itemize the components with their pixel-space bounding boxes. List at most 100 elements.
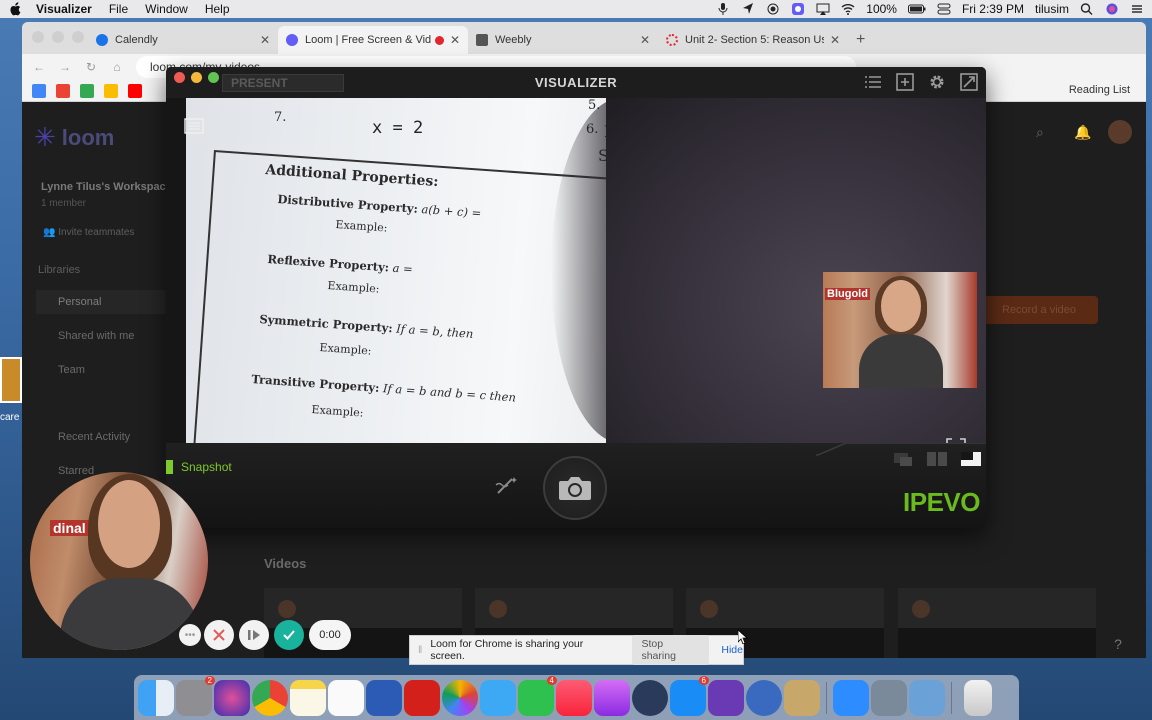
close-window-button[interactable] bbox=[32, 31, 44, 43]
messages-icon[interactable] bbox=[480, 679, 516, 716]
tab-loom[interactable]: Loom | Free Screen & Vide ✕ bbox=[278, 26, 468, 54]
menu-help[interactable]: Help bbox=[205, 2, 230, 16]
chrome-icon[interactable] bbox=[252, 679, 288, 716]
drive-bookmark-icon[interactable] bbox=[104, 83, 118, 98]
zoom-window-button[interactable] bbox=[72, 31, 84, 43]
menu-window[interactable]: Window bbox=[145, 2, 188, 16]
search-icon[interactable]: ⌕ bbox=[1036, 124, 1044, 141]
notes-icon[interactable] bbox=[290, 679, 326, 716]
imovie-icon[interactable] bbox=[708, 679, 744, 716]
close-tab-icon[interactable]: ✕ bbox=[450, 33, 460, 47]
pip-layout-icon[interactable] bbox=[892, 451, 914, 467]
cancel-recording-button[interactable] bbox=[204, 620, 234, 650]
fullscreen-icon[interactable] bbox=[960, 73, 978, 91]
wifi-icon[interactable] bbox=[841, 3, 855, 15]
desktop-file-thumbnail[interactable] bbox=[0, 357, 22, 403]
magic-wand-icon[interactable] bbox=[494, 475, 520, 497]
quicktime-icon[interactable] bbox=[632, 679, 668, 716]
back-icon[interactable]: ← bbox=[32, 60, 46, 74]
facetime-icon[interactable]: 4 bbox=[518, 675, 557, 716]
loom-logo[interactable]: ✳ loom bbox=[34, 122, 114, 153]
zoom-icon[interactable] bbox=[833, 679, 869, 716]
close-tab-icon[interactable]: ✕ bbox=[640, 33, 650, 47]
gear-icon[interactable] bbox=[928, 73, 946, 91]
bell-icon[interactable]: 🔔 bbox=[1074, 124, 1091, 141]
overlay-layout-icon[interactable] bbox=[960, 451, 982, 467]
menu-app-name[interactable]: Visualizer bbox=[36, 2, 92, 16]
spotlight-search-icon[interactable] bbox=[1080, 3, 1094, 15]
menu-clock[interactable]: Fri 2:39 PM bbox=[962, 2, 1024, 16]
sidebar-item-shared[interactable]: Shared with me bbox=[36, 324, 166, 348]
gmail-bookmark-icon[interactable] bbox=[56, 83, 70, 98]
airplay-icon[interactable] bbox=[816, 3, 830, 15]
location-arrow-icon[interactable] bbox=[741, 3, 755, 15]
minimize-window-button[interactable] bbox=[52, 31, 64, 43]
webcam-pip[interactable]: Blugold bbox=[823, 272, 977, 388]
siri-icon[interactable] bbox=[1105, 3, 1119, 15]
apple-menu-icon[interactable] bbox=[8, 2, 22, 16]
battery-icon[interactable] bbox=[907, 3, 926, 15]
tab-weebly[interactable]: Weebly ✕ bbox=[468, 26, 658, 54]
reading-list-button[interactable]: Reading List bbox=[1069, 84, 1130, 96]
word-icon[interactable] bbox=[366, 679, 402, 716]
avatar bbox=[700, 600, 718, 618]
sidebar-item-recent-activity[interactable]: Recent Activity bbox=[36, 425, 166, 449]
battery-percent[interactable]: 100% bbox=[866, 2, 897, 16]
system-preferences-icon[interactable]: 2 bbox=[176, 675, 215, 716]
sidebar-item-label: Shared with me bbox=[58, 330, 135, 342]
reminders-icon[interactable] bbox=[328, 679, 364, 716]
menu-file[interactable]: File bbox=[109, 2, 128, 16]
help-button[interactable]: ? bbox=[1108, 636, 1128, 656]
tab-unit2[interactable]: Unit 2- Section 5: Reason Usin ✕ bbox=[658, 26, 848, 54]
reload-icon[interactable]: ↻ bbox=[84, 60, 98, 74]
split-layout-icon[interactable] bbox=[926, 451, 948, 467]
user-avatar[interactable] bbox=[1108, 120, 1132, 144]
invite-teammates-link[interactable]: 👥 Invite teammates bbox=[43, 227, 134, 238]
youtube-bookmark-icon[interactable] bbox=[128, 83, 142, 98]
preview-icon[interactable] bbox=[909, 679, 945, 716]
migration-assistant-icon[interactable] bbox=[871, 679, 907, 716]
trash-icon[interactable] bbox=[964, 679, 992, 716]
sidebar-item-team[interactable]: Team bbox=[36, 358, 166, 382]
archive-utility-icon[interactable] bbox=[784, 679, 820, 716]
loom-status-icon[interactable] bbox=[791, 3, 805, 15]
music-icon[interactable] bbox=[556, 679, 592, 716]
recording-timer: 0:00 bbox=[309, 620, 351, 650]
podcasts-icon[interactable] bbox=[594, 679, 630, 716]
control-center-icon[interactable] bbox=[937, 3, 951, 15]
photos-icon[interactable] bbox=[442, 679, 478, 716]
finder-icon[interactable] bbox=[138, 679, 174, 716]
loom-camera-bubble[interactable]: dinal bbox=[30, 472, 208, 650]
tab-calendly[interactable]: Calendly ✕ bbox=[88, 26, 278, 54]
new-tab-button[interactable]: + bbox=[848, 26, 873, 54]
menu-icon[interactable] bbox=[184, 118, 204, 134]
list-icon[interactable] bbox=[864, 73, 882, 91]
classroom-bookmark-icon[interactable] bbox=[80, 83, 94, 98]
home-icon[interactable]: ⌂ bbox=[110, 60, 124, 74]
drag-handle-icon[interactable]: ‖ bbox=[418, 644, 422, 656]
google-bookmark-icon[interactable] bbox=[32, 83, 46, 98]
hide-share-bar-button[interactable]: Hide bbox=[721, 644, 743, 656]
stop-sharing-button[interactable]: Stop sharing bbox=[632, 635, 710, 665]
microphone-icon[interactable] bbox=[716, 3, 730, 15]
acrobat-icon[interactable] bbox=[404, 679, 440, 716]
sidebar-item-personal[interactable]: Personal bbox=[36, 290, 166, 314]
dock-badge: 6 bbox=[698, 675, 709, 685]
pause-recording-button[interactable] bbox=[239, 620, 269, 650]
capture-snapshot-button[interactable] bbox=[543, 456, 607, 520]
forward-icon[interactable]: → bbox=[58, 60, 72, 74]
more-options-button[interactable]: ••• bbox=[179, 624, 201, 646]
app-store-icon[interactable]: 6 bbox=[670, 675, 709, 716]
siri-app-icon[interactable] bbox=[214, 679, 250, 716]
screen-record-icon[interactable] bbox=[766, 3, 780, 15]
notification-center-icon[interactable] bbox=[1130, 3, 1144, 15]
workspace-name[interactable]: Lynne Tilus's Workspace bbox=[41, 181, 172, 193]
finish-recording-button[interactable] bbox=[274, 620, 304, 650]
close-tab-icon[interactable]: ✕ bbox=[830, 33, 840, 47]
record-video-button[interactable]: Record a video bbox=[980, 296, 1098, 324]
add-window-icon[interactable] bbox=[896, 73, 914, 91]
quicktime-player-icon[interactable] bbox=[746, 679, 782, 716]
menu-user[interactable]: tilusim bbox=[1035, 2, 1069, 16]
video-card[interactable] bbox=[898, 588, 1096, 658]
close-tab-icon[interactable]: ✕ bbox=[260, 33, 270, 47]
